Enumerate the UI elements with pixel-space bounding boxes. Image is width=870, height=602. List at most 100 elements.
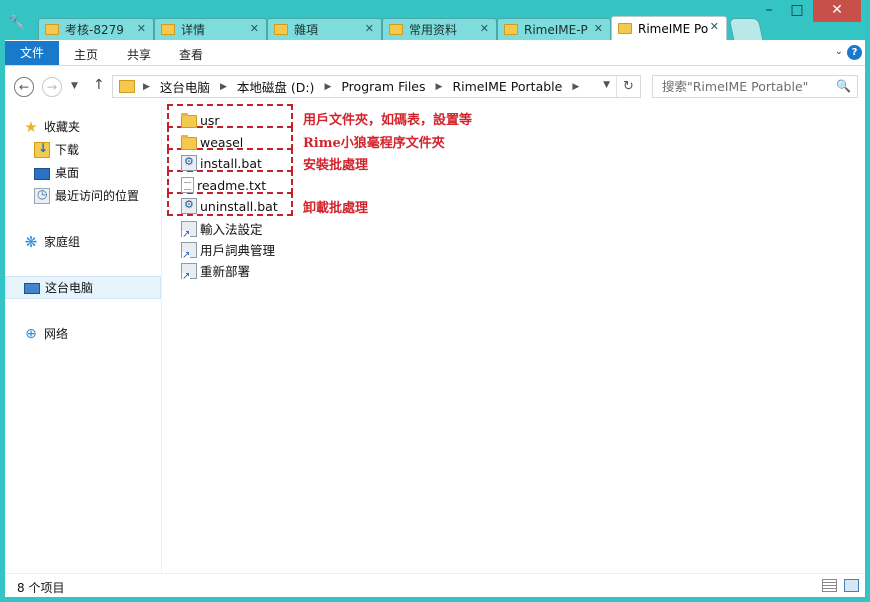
details-view-icon[interactable] [822,579,837,592]
nav-this-pc[interactable]: 这台电脑 [5,276,161,299]
tab-label: RimeIME Po [638,21,709,36]
folder-icon [181,135,197,150]
nav-downloads[interactable]: 下载 [34,141,79,158]
chevron-down-icon[interactable]: ⌄ [835,46,843,57]
breadcrumb: ▶ 这台电脑 ▶ 本地磁盘 (D:) ▶ Program Files ▶ Rim… [143,77,589,96]
breadcrumb-rimeime-portable[interactable]: RimeIME Portable [452,79,562,94]
file-item-uninstall[interactable]: uninstall.bat [181,198,278,214]
nav-label: 这台电脑 [45,281,94,295]
tab-kaohe[interactable]: 考核-8279 ✕ [38,18,154,40]
file-item-redeploy[interactable]: 重新部署 [181,261,251,281]
refresh-icon[interactable]: ↻ [616,76,640,97]
shortcut-icon [181,220,197,239]
minimize-button[interactable]: – [756,0,782,22]
breadcrumb-local-disk[interactable]: 本地磁盘 (D:) [237,77,315,96]
breadcrumb-separator[interactable]: ▶ [324,82,331,92]
close-window-button[interactable]: ✕ [813,0,861,22]
nav-label: 收藏夹 [44,120,81,134]
folder-icon [119,80,135,93]
tab-label: 常用资料 [409,23,458,37]
address-dropdown-icon[interactable]: ▼ [603,80,610,90]
help-icon[interactable]: ? [847,45,862,60]
text-file-icon [181,177,194,193]
back-button[interactable]: ← [14,77,34,97]
close-tab-icon[interactable]: ✕ [594,22,603,35]
tab-zaxiang[interactable]: 雜項 ✕ [267,18,382,40]
desktop-icon [34,167,50,180]
navigation-pane: ★ 收藏夹 下载 桌面 最近访问的位置 ❋ 家庭组 这台电脑 [5,106,162,573]
breadcrumb-this-pc[interactable]: 这台电脑 [160,77,210,96]
tab-xiangqing[interactable]: 详情 ✕ [154,18,267,40]
downloads-folder-icon [34,141,50,158]
maximize-button[interactable]: □ [784,0,810,22]
nav-recent-places[interactable]: 最近访问的位置 [34,187,139,204]
search-input[interactable]: 搜索"RimeIME Portable" 🔍 [652,75,858,98]
file-name: usr [200,113,220,128]
close-tab-icon[interactable]: ✕ [710,20,719,33]
main-content: ★ 收藏夹 下载 桌面 最近访问的位置 ❋ 家庭组 这台电脑 [5,104,865,573]
breadcrumb-separator: ▶ [143,81,150,92]
tab-label: 详情 [181,23,206,37]
file-item-dictionary-manager[interactable]: 用戶詞典管理 [181,240,276,260]
close-tab-icon[interactable]: ✕ [480,22,489,35]
tab-label: 考核-8279 [65,23,124,37]
up-arrow-icon[interactable]: ↑ [93,77,105,93]
folder-icon [618,23,632,34]
annotation-weasel: Rime小狼毫程序文件夾 [303,136,445,151]
nav-label: 最近访问的位置 [55,189,140,203]
tab-rimeime-active[interactable]: RimeIME Po ✕ [611,16,727,40]
forward-button[interactable]: → [42,77,62,97]
address-bar[interactable]: ▶ 这台电脑 ▶ 本地磁盘 (D:) ▶ Program Files ▶ Rim… [112,75,641,98]
close-tab-icon[interactable]: ✕ [137,22,146,35]
tab-changyong[interactable]: 常用资料 ✕ [382,18,497,40]
close-tab-icon[interactable]: ✕ [365,22,374,35]
file-name: 輸入法設定 [200,222,263,237]
recent-places-icon [34,187,50,204]
file-item-readme[interactable]: readme.txt [181,177,266,193]
nav-homegroup[interactable]: ❋ 家庭组 [23,233,80,250]
tab-rimeime-1[interactable]: RimeIME-P ✕ [497,18,611,40]
breadcrumb-separator[interactable]: ▶ [436,82,443,92]
batch-file-icon [181,198,197,214]
tab-label: RimeIME-P [524,22,588,37]
nav-label: 下载 [55,143,80,157]
file-item-usr[interactable]: usr [181,113,220,128]
file-name: 用戶詞典管理 [200,243,276,258]
breadcrumb-separator[interactable]: ▶ [220,82,227,92]
ribbon-file-tab[interactable]: 文件 [5,41,59,65]
file-item-weasel[interactable]: weasel [181,135,243,150]
nav-desktop[interactable]: 桌面 [34,164,79,181]
network-icon: ⊕ [25,325,37,342]
nav-label: 家庭组 [44,235,81,249]
nav-label: 网络 [44,327,69,341]
folder-icon [45,24,59,35]
ribbon-share-tab[interactable]: 共享 [127,46,151,63]
file-list: usr weasel install.bat readme.txt uninst… [163,104,865,573]
ribbon: 文件 主页 共享 查看 ⌄ ? [5,40,865,66]
nav-label: 桌面 [55,166,80,180]
annotation-usr: 用戶文件夾，如碼表，設置等 [303,113,473,128]
shortcut-icon [181,241,197,260]
shortcut-icon [181,262,197,281]
file-name: 重新部署 [200,264,251,279]
search-icon[interactable]: 🔍 [836,76,851,97]
star-icon: ★ [24,117,38,136]
batch-file-icon [181,155,197,171]
recent-locations-dropdown[interactable]: ▼ [71,81,78,91]
tab-bar: 🔧 考核-8279 ✕ 详情 ✕ 雜項 ✕ 常用资料 ✕ RimeIME-P ✕ [0,0,870,40]
folder-icon [274,24,288,35]
tools-icon[interactable]: 🔧 [8,14,26,32]
folder-icon [504,24,518,35]
large-icons-view-icon[interactable] [844,579,859,592]
ribbon-home-tab[interactable]: 主页 [74,46,98,63]
file-item-install[interactable]: install.bat [181,155,262,171]
close-tab-icon[interactable]: ✕ [250,22,259,35]
file-item-input-settings[interactable]: 輸入法設定 [181,219,263,239]
navigation-bar: ← → ▼ ↑ ▶ 这台电脑 ▶ 本地磁盘 (D:) ▶ Program Fil… [5,66,865,106]
nav-network[interactable]: ⊕ 网络 [23,325,68,342]
breadcrumb-program-files[interactable]: Program Files [341,79,425,94]
breadcrumb-separator[interactable]: ▶ [572,82,579,92]
nav-favorites[interactable]: ★ 收藏夹 [23,118,80,135]
explorer-window: 🔧 考核-8279 ✕ 详情 ✕ 雜項 ✕ 常用资料 ✕ RimeIME-P ✕ [0,0,870,602]
ribbon-view-tab[interactable]: 查看 [179,46,203,63]
